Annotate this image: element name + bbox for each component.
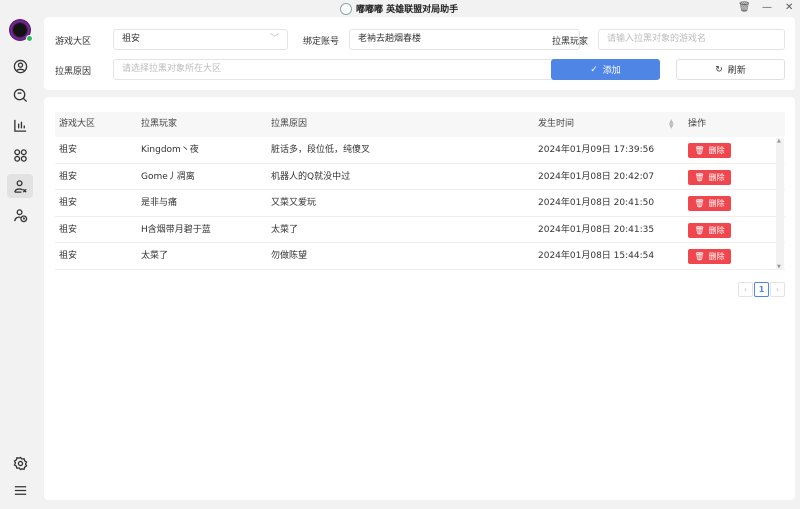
cell-player: Gome丿凋离 bbox=[141, 171, 195, 182]
col-player: 拉黑玩家 bbox=[141, 119, 178, 129]
chart-icon bbox=[13, 119, 26, 132]
sidebar-item-search[interactable] bbox=[7, 83, 33, 107]
cell-time: 2024年01月08日 20:41:50 bbox=[538, 198, 655, 208]
sort-icon[interactable]: ▲ ▼ bbox=[669, 119, 674, 130]
trash-icon: 🗑 bbox=[694, 199, 705, 208]
cell-region: 祖安 bbox=[59, 145, 78, 155]
cell-region: 祖安 bbox=[59, 251, 78, 261]
cell-player: 是非与痛 bbox=[141, 198, 178, 208]
add-button[interactable]: ✓ 添加 bbox=[551, 59, 660, 80]
page-1-button[interactable]: 1 bbox=[754, 282, 769, 297]
sidebar-item-settings[interactable] bbox=[7, 451, 33, 475]
table-row: 祖安 是非与痛 又菜又爱玩 2024年01月08日 20:41:50 🗑 删除 bbox=[55, 190, 785, 217]
cell-time: 2024年01月09日 17:39:56 bbox=[538, 145, 655, 155]
reason-input[interactable]: 请选择拉黑对象所在大区 bbox=[113, 59, 580, 80]
cell-time: 2024年01月08日 15:44:54 bbox=[538, 251, 655, 261]
table-row: 祖安 Gome丿凋离 机器人的Q就没中过 2024年01月08日 20:42:0… bbox=[55, 164, 785, 190]
cell-time: 2024年01月08日 20:42:07 bbox=[538, 171, 655, 182]
col-region: 游戏大区 bbox=[59, 119, 96, 129]
region-select[interactable]: 祖安 ﹀ bbox=[113, 29, 288, 50]
table-row: 祖安 H含烟带月碧于蓝 太菜了 2024年01月08日 20:41:35 🗑 删除 bbox=[55, 217, 785, 243]
sidebar-item-profile[interactable] bbox=[7, 54, 33, 78]
table-header: 游戏大区 拉黑玩家 拉黑原因 发生时间 ▲ ▼ 操作 bbox=[55, 112, 785, 137]
delete-button[interactable]: 🗑 删除 bbox=[688, 143, 731, 158]
trash-icon: 🗑 bbox=[694, 225, 705, 235]
refresh-button[interactable]: ↻ 刷新 bbox=[676, 59, 785, 80]
cell-region: 祖安 bbox=[59, 171, 78, 182]
close-button[interactable]: ✕ bbox=[785, 2, 793, 13]
sidebar-item-menu[interactable] bbox=[7, 478, 33, 502]
sidebar-item-blacklist[interactable] bbox=[7, 174, 33, 198]
table-row: 祖安 Kingdom丶夜 脏话多，段位低，纯傻叉 2024年01月09日 17:… bbox=[55, 137, 785, 164]
col-time[interactable]: 发生时间 bbox=[538, 112, 574, 137]
search-icon bbox=[13, 88, 27, 102]
table-row: 祖安 太菜了 勿做陈望 2024年01月08日 15:44:54 🗑 删除 bbox=[55, 243, 785, 270]
col-actions: 操作 bbox=[688, 119, 707, 129]
col-reason: 拉黑原因 bbox=[271, 119, 308, 129]
prev-page-button[interactable]: ‹ bbox=[738, 282, 753, 297]
user-history-icon bbox=[13, 208, 27, 222]
window-title: 嘟嘟嘟 英雄联盟对局助手 bbox=[340, 2, 458, 15]
account-label: 绑定账号 bbox=[303, 37, 340, 47]
next-page-button[interactable]: › bbox=[770, 282, 785, 297]
sidebar-item-stats[interactable] bbox=[7, 113, 33, 137]
minimize-button[interactable]: — bbox=[762, 2, 772, 13]
cell-region: 祖安 bbox=[59, 198, 78, 208]
cell-player: 太菜了 bbox=[141, 251, 169, 261]
title-bar: 嘟嘟嘟 英雄联盟对局助手 🗑 — ✕ bbox=[0, 0, 800, 16]
user-block-icon bbox=[13, 179, 27, 193]
cell-region: 祖安 bbox=[59, 224, 78, 235]
apps-icon bbox=[13, 148, 27, 162]
sidebar bbox=[0, 16, 40, 509]
menu-icon bbox=[14, 485, 26, 495]
reason-label: 拉黑原因 bbox=[55, 67, 92, 77]
filter-panel: 游戏大区 祖安 ﹀ 绑定账号 老衲去趟烟春楼 拉黑玩家 请输入拉黑对象的游戏名 拉… bbox=[44, 17, 795, 90]
region-label: 游戏大区 bbox=[55, 37, 92, 47]
trash-icon[interactable]: 🗑 bbox=[738, 2, 751, 13]
gear-icon bbox=[13, 456, 27, 470]
refresh-icon: ↻ bbox=[715, 64, 723, 75]
cell-reason: 又菜又爱玩 bbox=[271, 198, 317, 208]
chevron-down-icon: ﹀ bbox=[269, 34, 279, 44]
online-status-dot bbox=[26, 35, 33, 42]
player-input[interactable]: 请输入拉黑对象的游戏名 bbox=[598, 29, 785, 50]
cell-reason: 太菜了 bbox=[271, 224, 299, 235]
check-icon: ✓ bbox=[590, 64, 598, 75]
cell-time: 2024年01月08日 20:41:35 bbox=[538, 224, 655, 235]
trash-icon: 🗑 bbox=[694, 252, 705, 261]
trash-icon: 🗑 bbox=[694, 172, 705, 182]
cell-player: Kingdom丶夜 bbox=[141, 145, 199, 155]
cell-player: H含烟带月碧于蓝 bbox=[141, 224, 211, 235]
cell-reason: 脏话多，段位低，纯傻叉 bbox=[271, 145, 371, 155]
app-logo-icon bbox=[340, 2, 352, 15]
table-scrollbar[interactable]: ▲ ▼ bbox=[776, 138, 784, 270]
sidebar-item-apps[interactable] bbox=[7, 143, 33, 167]
cell-reason: 勿做陈望 bbox=[271, 251, 308, 261]
player-label: 拉黑玩家 bbox=[552, 37, 589, 47]
trash-icon: 🗑 bbox=[694, 146, 705, 155]
delete-button[interactable]: 🗑 删除 bbox=[688, 196, 731, 211]
blacklist-table: 游戏大区 拉黑玩家 拉黑原因 发生时间 ▲ ▼ 操作 祖安 Kingdom丶夜 脏… bbox=[55, 112, 785, 270]
user-circle-icon bbox=[13, 59, 27, 73]
account-field[interactable]: 老衲去趟烟春楼 bbox=[349, 29, 580, 50]
delete-button[interactable]: 🗑 删除 bbox=[688, 249, 731, 264]
delete-button[interactable]: 🗑 删除 bbox=[688, 222, 731, 238]
sidebar-item-history[interactable] bbox=[7, 203, 33, 227]
cell-reason: 机器人的Q就没中过 bbox=[271, 171, 351, 182]
delete-button[interactable]: 🗑 删除 bbox=[688, 169, 731, 185]
